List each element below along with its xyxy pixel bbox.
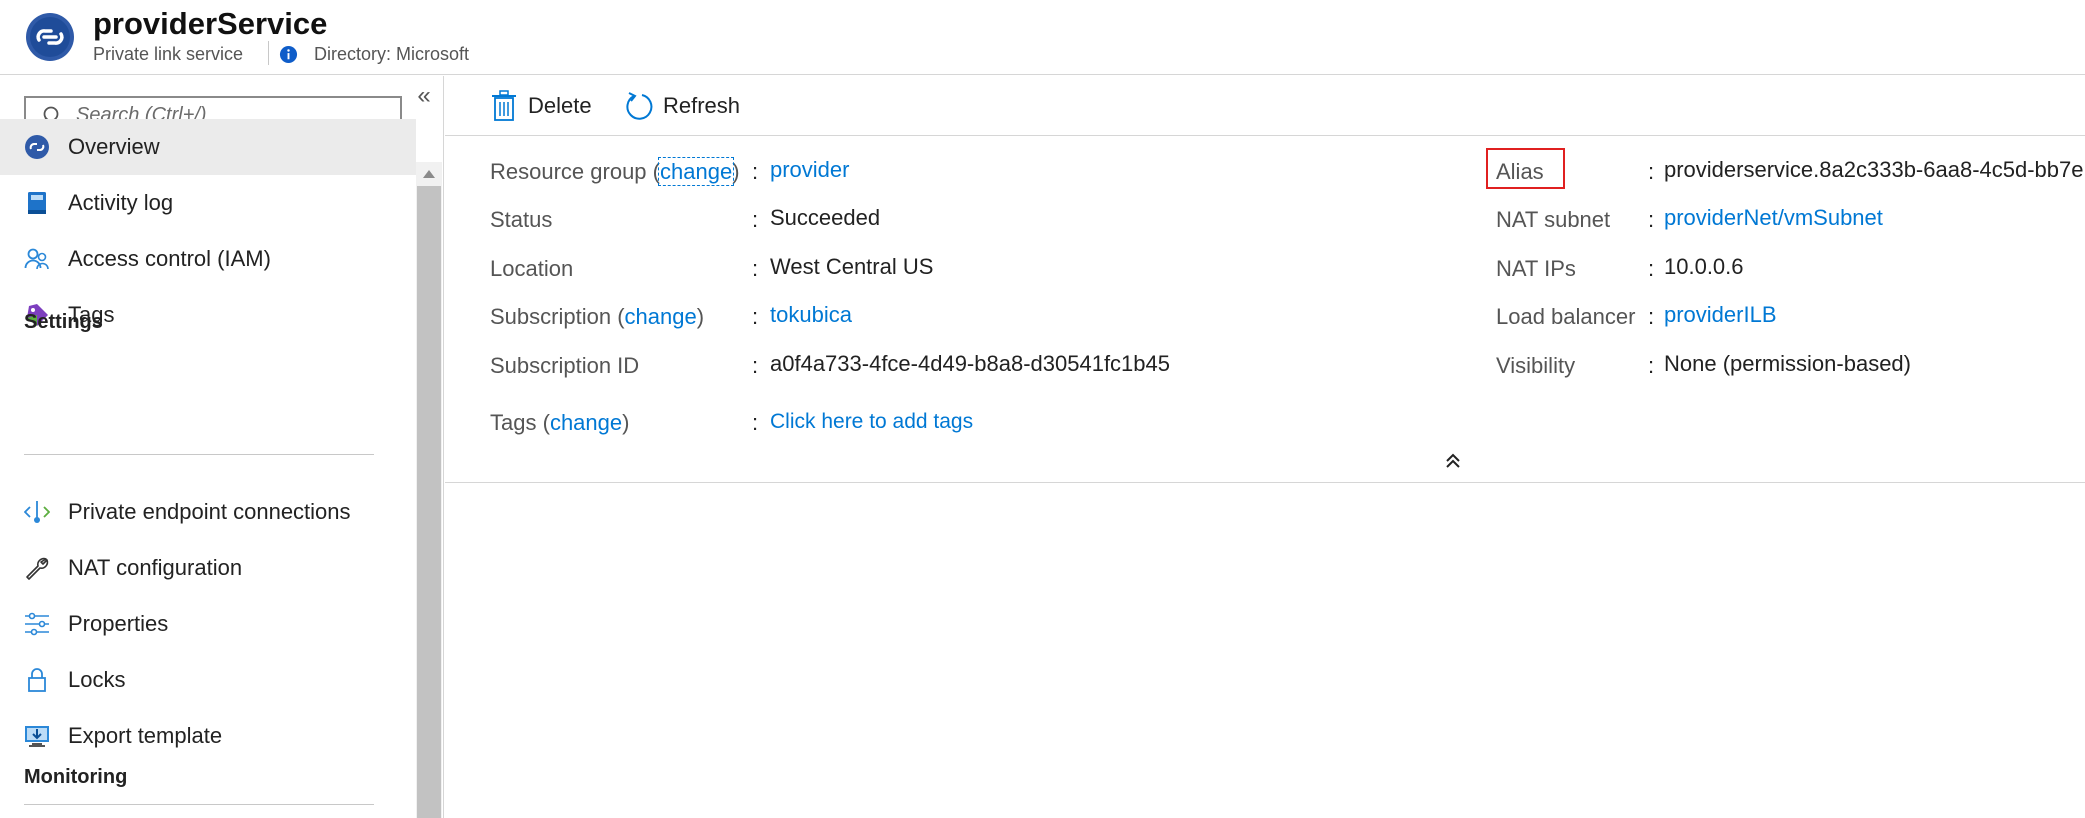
- export-template-icon: [25, 726, 49, 747]
- colon: :: [752, 353, 759, 378]
- sidebar-item-label: NAT configuration: [68, 555, 243, 580]
- colon: :: [1648, 353, 1655, 378]
- private-link-service-icon: [26, 13, 74, 61]
- colon: :: [1648, 159, 1655, 184]
- subscription-id-label: Subscription ID: [490, 353, 640, 378]
- resource-type: Private link service: [93, 44, 244, 64]
- load-balancer-link[interactable]: providerILB: [1664, 302, 1777, 328]
- refresh-button[interactable]: Refresh: [625, 89, 740, 123]
- colon: :: [752, 159, 759, 184]
- subscription-row: Subscription (change): [490, 304, 704, 330]
- nat-ips-value: 10.0.0.6: [1664, 254, 1744, 279]
- activity-log-icon: [28, 192, 46, 214]
- open-paren: (: [542, 410, 550, 435]
- add-tags-link[interactable]: Click here to add tags: [770, 410, 973, 434]
- colon: :: [1648, 256, 1655, 281]
- subscription-id-value: a0f4a733-4fce-4d49-b8a8-d30541fc1b45: [770, 351, 1170, 376]
- colon: :: [752, 304, 759, 329]
- location-value: West Central US: [770, 254, 934, 279]
- sidebar-item-properties[interactable]: Properties: [0, 596, 416, 652]
- access-control-icon: [24, 248, 49, 270]
- load-balancer-label: Load balancer: [1496, 304, 1636, 329]
- change-resource-group-link[interactable]: change: [657, 157, 735, 186]
- visibility-label: Visibility: [1496, 353, 1576, 378]
- status-value: Succeeded: [770, 205, 881, 230]
- wrench-icon: [26, 557, 49, 580]
- resource-group-link[interactable]: provider: [770, 157, 849, 183]
- page-header: providerService Private link service Dir…: [0, 0, 2085, 75]
- sidebar-item-export-template[interactable]: Export template: [0, 708, 416, 764]
- alias-value: providerservice.8a2c333b-6aa8-4c5d-bb7e: [1664, 157, 2084, 182]
- sidebar-item-activity-log[interactable]: Activity log: [0, 175, 416, 231]
- colon: :: [1648, 207, 1655, 232]
- resource-group-row: Resource group (change): [490, 157, 740, 186]
- change-tags-link[interactable]: change: [550, 410, 622, 435]
- sidebar-item-label: Properties: [68, 611, 169, 636]
- delete-button[interactable]: Delete: [490, 89, 592, 123]
- sidebar-item-access-control[interactable]: Access control (IAM): [0, 231, 416, 287]
- close-paren: ): [622, 410, 630, 435]
- section-divider: [24, 804, 374, 805]
- collapse-essentials-icon[interactable]: [1443, 451, 1463, 471]
- nat-subnet-label: NAT subnet: [1496, 207, 1611, 232]
- directory-label: Directory: Microsoft: [314, 44, 470, 64]
- sidebar-item-label: Activity log: [68, 190, 174, 215]
- sidebar-item-label: Access control (IAM): [68, 246, 271, 271]
- open-paren: (: [652, 159, 660, 184]
- sidebar-scrollbar[interactable]: [416, 162, 442, 818]
- lock-icon: [28, 668, 46, 692]
- tags-label: Tags: [490, 410, 537, 435]
- status-label: Status: [490, 207, 553, 232]
- delete-label: Delete: [528, 93, 592, 118]
- resource-group-label: Resource group: [490, 159, 647, 184]
- change-subscription-link[interactable]: change: [625, 304, 697, 329]
- close-paren: ): [732, 159, 740, 184]
- subscription-link[interactable]: tokubica: [770, 302, 852, 328]
- open-paren: (: [617, 304, 625, 329]
- refresh-label: Refresh: [663, 93, 741, 118]
- sidebar-item-label: Locks: [68, 667, 126, 692]
- colon: :: [1648, 304, 1655, 329]
- info-icon[interactable]: [279, 45, 298, 64]
- collapse-menu-button[interactable]: «: [412, 84, 436, 108]
- settings-section-title: Settings: [24, 311, 103, 333]
- scrollbar-thumb[interactable]: [417, 186, 441, 818]
- sidebar-item-label: Private endpoint connections: [68, 499, 351, 524]
- nat-ips-label: NAT IPs: [1496, 256, 1576, 281]
- monitoring-section-title: Monitoring: [24, 766, 128, 788]
- resource-menu: « Overview Activity log Access control (…: [0, 76, 444, 818]
- nat-subnet-link[interactable]: providerNet/vmSubnet: [1664, 205, 1883, 231]
- sidebar-item-locks[interactable]: Locks: [0, 652, 416, 708]
- tags-row: Tags (change): [490, 410, 629, 436]
- alias-label: Alias: [1496, 159, 1544, 184]
- section-divider: [24, 454, 374, 455]
- colon: :: [752, 207, 759, 232]
- visibility-value: None (permission-based): [1664, 351, 1911, 376]
- command-bar: Delete Refresh: [445, 76, 2085, 136]
- sidebar-item-label: Export template: [68, 723, 223, 748]
- sidebar-item-overview[interactable]: Overview: [0, 119, 416, 175]
- private-endpoint-icon: [24, 501, 50, 523]
- sidebar-item-nat-configuration[interactable]: NAT configuration: [0, 540, 416, 596]
- header-divider: [268, 41, 269, 65]
- refresh-icon: [626, 92, 653, 120]
- colon: :: [752, 410, 759, 435]
- colon: :: [752, 256, 759, 281]
- subscription-label: Subscription: [490, 304, 612, 329]
- trash-icon: [492, 90, 516, 121]
- close-paren: ): [696, 304, 705, 329]
- page-title: providerService: [93, 6, 328, 41]
- overview-icon: [25, 135, 49, 159]
- properties-icon: [25, 612, 49, 636]
- sidebar-item-label: Overview: [68, 134, 160, 159]
- location-label: Location: [490, 256, 574, 281]
- scroll-up-arrow-icon[interactable]: [423, 170, 435, 178]
- sidebar-item-private-endpoint-connections[interactable]: Private endpoint connections: [0, 484, 416, 540]
